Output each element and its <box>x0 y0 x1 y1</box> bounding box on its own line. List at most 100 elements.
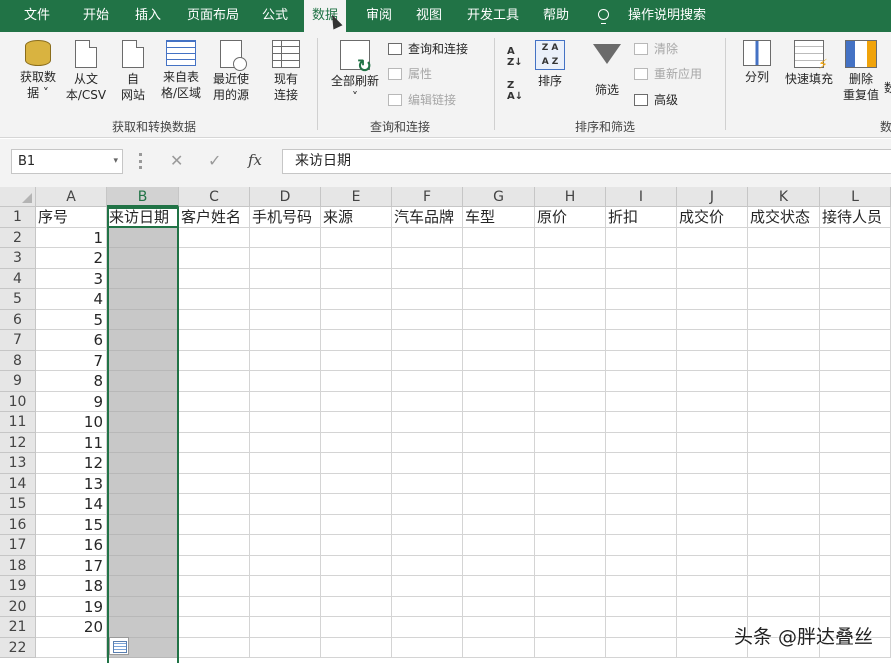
cell-l5[interactable] <box>820 289 891 310</box>
cell-e6[interactable] <box>321 309 392 330</box>
cell-k16[interactable] <box>748 514 820 535</box>
cell-j13[interactable] <box>677 453 748 474</box>
cell-k7[interactable] <box>748 330 820 351</box>
cell-a14[interactable]: 13 <box>36 473 107 494</box>
cell-e20[interactable] <box>321 596 392 617</box>
cell-c3[interactable] <box>179 248 250 269</box>
cell-f7[interactable] <box>392 330 463 351</box>
recent-sources-button[interactable]: 最近使 用的源 <box>207 40 255 103</box>
cell-k6[interactable] <box>748 309 820 330</box>
cell-i7[interactable] <box>606 330 677 351</box>
cell-k17[interactable] <box>748 535 820 556</box>
cell-k2[interactable] <box>748 227 820 248</box>
cell-a7[interactable]: 6 <box>36 330 107 351</box>
cell-l13[interactable] <box>820 453 891 474</box>
cell-k3[interactable] <box>748 248 820 269</box>
cell-a1[interactable]: 序号 <box>36 207 107 228</box>
cell-d16[interactable] <box>250 514 321 535</box>
remove-duplicates-button[interactable]: 删除 重复值 <box>838 40 884 103</box>
cell-e3[interactable] <box>321 248 392 269</box>
cell-k15[interactable] <box>748 494 820 515</box>
tab-help[interactable]: 帮助 <box>543 0 569 32</box>
cell-i21[interactable] <box>606 617 677 638</box>
cell-k5[interactable] <box>748 289 820 310</box>
cell-f8[interactable] <box>392 350 463 371</box>
cell-l4[interactable] <box>820 268 891 289</box>
properties-button[interactable]: 属性 <box>388 66 432 82</box>
cell-g9[interactable] <box>463 371 535 392</box>
cell-d2[interactable] <box>250 227 321 248</box>
cell-d14[interactable] <box>250 473 321 494</box>
tab-formulas[interactable]: 公式 <box>262 0 288 32</box>
cell-e12[interactable] <box>321 432 392 453</box>
cell-e15[interactable] <box>321 494 392 515</box>
cell-h11[interactable] <box>535 412 606 433</box>
cell-f15[interactable] <box>392 494 463 515</box>
reapply-button[interactable]: 重新应用 <box>634 66 702 82</box>
cell-i18[interactable] <box>606 555 677 576</box>
row-header[interactable]: 5 <box>0 289 36 310</box>
cell-d13[interactable] <box>250 453 321 474</box>
cell-a5[interactable]: 4 <box>36 289 107 310</box>
cell-g15[interactable] <box>463 494 535 515</box>
cell-j11[interactable] <box>677 412 748 433</box>
sort-ascending-button[interactable]: A Z↓ <box>507 46 523 68</box>
cell-c10[interactable] <box>179 391 250 412</box>
cell-e7[interactable] <box>321 330 392 351</box>
cell-b21[interactable] <box>107 617 179 638</box>
cell-g21[interactable] <box>463 617 535 638</box>
row-header[interactable]: 14 <box>0 473 36 494</box>
tab-developer[interactable]: 开发工具 <box>467 0 519 32</box>
cell-e19[interactable] <box>321 576 392 597</box>
cell-b8[interactable] <box>107 350 179 371</box>
row-header[interactable]: 7 <box>0 330 36 351</box>
cell-a8[interactable]: 7 <box>36 350 107 371</box>
cell-b3[interactable] <box>107 248 179 269</box>
cell-i14[interactable] <box>606 473 677 494</box>
cell-k9[interactable] <box>748 371 820 392</box>
cell-j18[interactable] <box>677 555 748 576</box>
cell-j3[interactable] <box>677 248 748 269</box>
cell-c7[interactable] <box>179 330 250 351</box>
cell-c22[interactable] <box>179 637 250 658</box>
cell-e14[interactable] <box>321 473 392 494</box>
refresh-all-button[interactable]: 全部刷新 ˅ <box>326 40 384 105</box>
column-header-g[interactable]: G <box>463 187 535 207</box>
cell-h15[interactable] <box>535 494 606 515</box>
cell-g1[interactable]: 车型 <box>463 207 535 228</box>
cell-l1[interactable]: 接待人员 <box>820 207 891 228</box>
row-header[interactable]: 15 <box>0 494 36 515</box>
tab-file[interactable]: 文件 <box>24 0 50 32</box>
cancel-icon[interactable]: ✕ <box>170 151 183 170</box>
cell-l19[interactable] <box>820 576 891 597</box>
cell-c14[interactable] <box>179 473 250 494</box>
cell-c11[interactable] <box>179 412 250 433</box>
cell-e16[interactable] <box>321 514 392 535</box>
cell-i19[interactable] <box>606 576 677 597</box>
data-validation-button-partial[interactable]: 数 <box>884 80 891 96</box>
cell-c15[interactable] <box>179 494 250 515</box>
cell-g16[interactable] <box>463 514 535 535</box>
cell-d6[interactable] <box>250 309 321 330</box>
cell-d22[interactable] <box>250 637 321 658</box>
cell-i22[interactable] <box>606 637 677 658</box>
cell-b18[interactable] <box>107 555 179 576</box>
cell-k12[interactable] <box>748 432 820 453</box>
cell-b10[interactable] <box>107 391 179 412</box>
cell-h21[interactable] <box>535 617 606 638</box>
cell-i4[interactable] <box>606 268 677 289</box>
cell-d10[interactable] <box>250 391 321 412</box>
cell-c18[interactable] <box>179 555 250 576</box>
cell-a13[interactable]: 12 <box>36 453 107 474</box>
cell-c20[interactable] <box>179 596 250 617</box>
tell-me-search[interactable]: 操作说明搜索 <box>598 0 706 32</box>
column-header-b[interactable]: B <box>107 187 179 207</box>
from-web-button[interactable]: 自 网站 <box>114 40 152 103</box>
cell-d3[interactable] <box>250 248 321 269</box>
cell-b1[interactable]: 来访日期 <box>107 207 179 228</box>
cell-b15[interactable] <box>107 494 179 515</box>
cell-c4[interactable] <box>179 268 250 289</box>
cell-f18[interactable] <box>392 555 463 576</box>
cell-g6[interactable] <box>463 309 535 330</box>
cell-i17[interactable] <box>606 535 677 556</box>
